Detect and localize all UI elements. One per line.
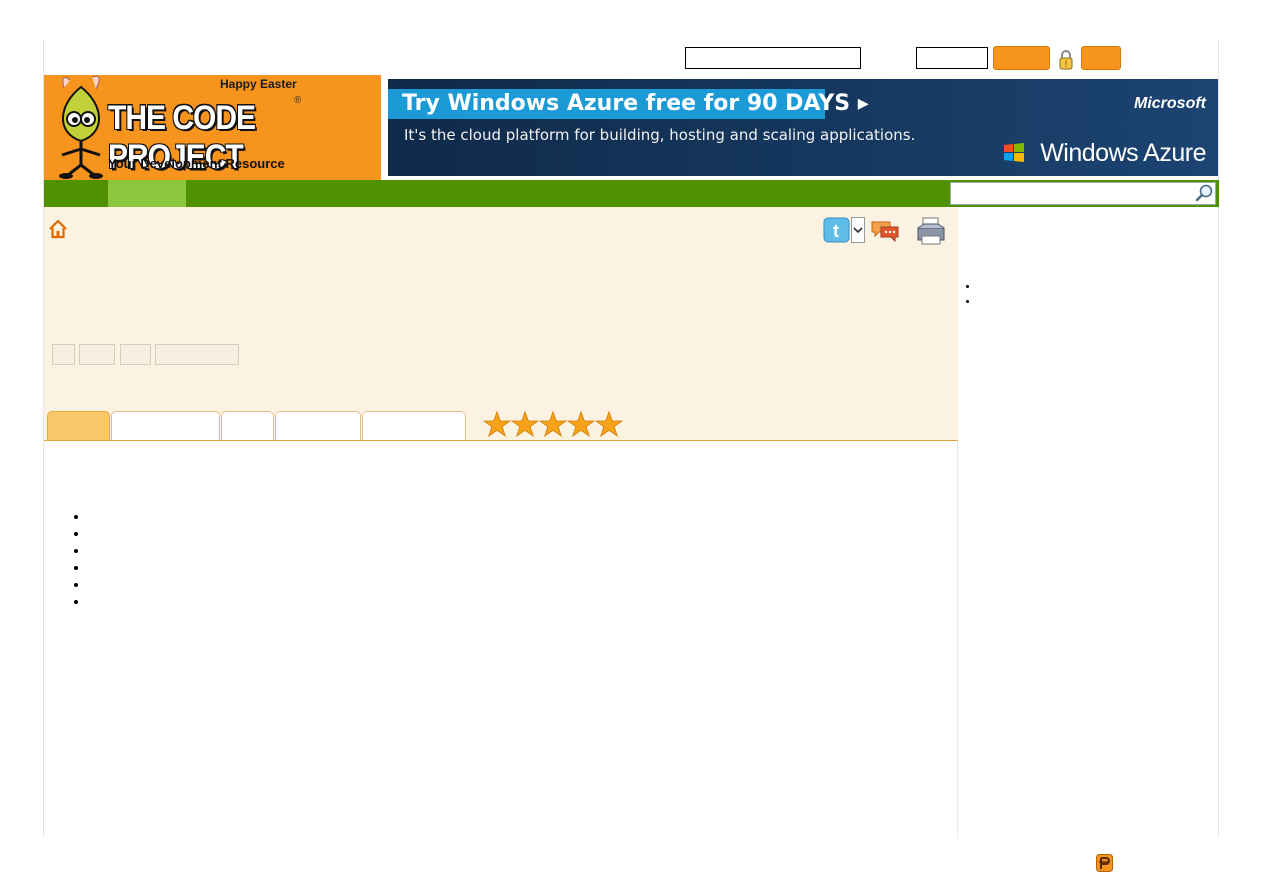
sidebar-divider	[957, 441, 958, 838]
chevron-down-icon[interactable]	[851, 217, 865, 243]
star-icon	[538, 411, 568, 438]
search-input[interactable]	[950, 182, 1216, 205]
star-icon	[483, 411, 512, 438]
sidebar-list	[962, 279, 978, 309]
nav-item-home[interactable]	[44, 180, 106, 207]
star-icon	[594, 411, 623, 438]
page-frame-right	[1218, 40, 1219, 838]
tab-5[interactable]	[362, 411, 466, 441]
password-field[interactable]	[916, 47, 988, 69]
tab-article[interactable]	[47, 411, 110, 441]
windows-flag-icon	[1004, 143, 1024, 162]
action-button-4[interactable]	[155, 344, 239, 365]
tab-3[interactable]	[221, 411, 274, 441]
azure-banner-ad[interactable]: Try Windows Azure free for 90 DAYS ▸ It'…	[388, 79, 1218, 176]
action-button-3[interactable]	[120, 344, 151, 365]
sign-in-button[interactable]	[993, 46, 1050, 70]
site-logo[interactable]: Happy Easter THE CODE PROJECT ® Your Dev…	[44, 75, 381, 180]
home-icon[interactable]	[48, 219, 68, 239]
footer-logo-icon[interactable]	[1096, 854, 1113, 872]
holiday-text: Happy Easter	[220, 77, 297, 91]
article-header	[44, 207, 958, 441]
rating-stars[interactable]	[483, 411, 623, 439]
email-field[interactable]	[685, 47, 861, 69]
tab-underline	[44, 440, 958, 441]
article-toc	[70, 508, 88, 610]
print-icon[interactable]	[915, 216, 947, 246]
join-button[interactable]	[1081, 46, 1121, 70]
lock-warning-icon[interactable]: !	[1057, 50, 1075, 70]
action-button-2[interactable]	[79, 344, 115, 365]
registered-mark: ®	[294, 95, 302, 106]
banner-subline: It's the cloud platform for building, ho…	[404, 126, 916, 144]
banner-product: Windows Azure	[1040, 139, 1206, 167]
svg-text:!: !	[1065, 59, 1068, 69]
tab-2[interactable]	[111, 411, 220, 441]
star-icon	[510, 411, 540, 438]
search-icon[interactable]	[1194, 183, 1214, 203]
svg-text:t: t	[833, 221, 839, 241]
banner-vendor: Microsoft	[1134, 95, 1206, 112]
discuss-icon[interactable]	[870, 219, 900, 243]
tab-4[interactable]	[275, 411, 361, 441]
nav-item-active[interactable]	[108, 180, 186, 207]
logo-tagline: Your Development Resource	[108, 156, 285, 171]
banner-headline: Try Windows Azure free for 90 DAYS ▸	[388, 89, 869, 119]
star-icon	[566, 411, 596, 438]
action-button-1[interactable]	[52, 344, 75, 365]
twitter-icon[interactable]: t	[823, 217, 850, 243]
